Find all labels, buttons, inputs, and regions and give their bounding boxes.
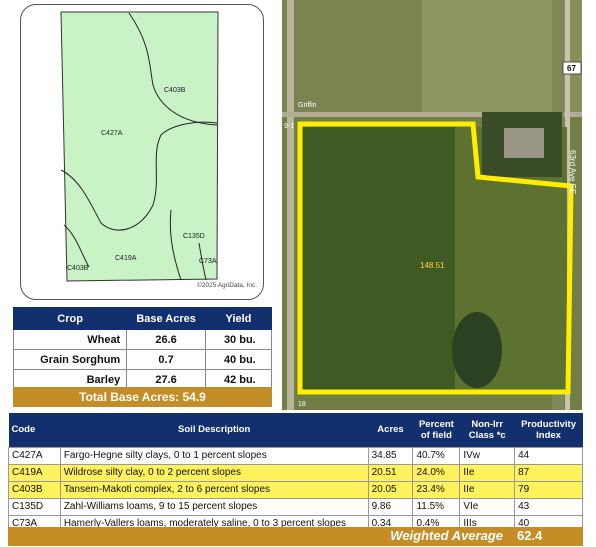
- crop-name: Wheat: [12, 329, 128, 350]
- soil-percent: 23.4%: [412, 480, 461, 499]
- soil-class: IIe: [459, 480, 516, 499]
- index-header: Productivity Index: [514, 413, 583, 447]
- soil-acres: 34.85: [367, 446, 414, 465]
- yield-header: Yield: [204, 307, 273, 330]
- copyright-text: ©2025 AgriData, Inc.: [197, 281, 257, 289]
- percent-header: Percent of field: [412, 413, 460, 447]
- weighted-average-bar: Weighted Average 62.4: [8, 527, 583, 546]
- aerial-photo: 67 63rd Ave SE Griffin 9-1 148.51 18: [282, 0, 582, 410]
- soil-code: C419A: [8, 463, 61, 482]
- soil-label: C73A: [199, 258, 217, 265]
- soil-index: 87: [514, 463, 583, 482]
- soil-acres: 9.86: [367, 497, 414, 516]
- place-label: Griffin: [298, 102, 317, 109]
- highway-number: 67: [567, 64, 576, 73]
- acreage-label: 148.51: [420, 261, 445, 270]
- soil-description: Zahl-Williams loams, 9 to 15 percent slo…: [59, 497, 369, 516]
- road-edge-label: 9-1: [284, 123, 294, 130]
- soil-index: 79: [514, 480, 583, 499]
- soil-class: IVw: [459, 446, 516, 465]
- road-label: 63rd Ave SE: [568, 150, 577, 194]
- soil-index: 44: [514, 446, 583, 465]
- soil-description: Wildrose silty clay, 0 to 2 percent slop…: [59, 463, 369, 482]
- weighted-average-label: Weighted Average: [390, 528, 503, 543]
- weighted-average-value: 62.4: [517, 528, 543, 543]
- soil-acres: 20.05: [367, 480, 414, 499]
- soil-row: C403B Tansem-Makoti complex, 2 to 6 perc…: [8, 480, 583, 499]
- soil-description: Tansem-Makoti complex, 2 to 6 percent sl…: [59, 480, 369, 499]
- class-header: Non-Irr Class *c: [459, 413, 515, 447]
- soil-table-header: Code Soil Description Acres Percent of f…: [8, 413, 583, 447]
- soil-table: Code Soil Description Acres Percent of f…: [8, 413, 583, 533]
- road-number: 18: [298, 401, 306, 408]
- description-header: Soil Description: [60, 413, 369, 447]
- crop-yield: 30 bu.: [204, 329, 273, 350]
- soil-label: C135D: [183, 233, 205, 240]
- soil-class: VIe: [459, 497, 516, 516]
- soil-row: C427A Fargo-Hegne silty clays, 0 to 1 pe…: [8, 446, 583, 465]
- crop-table-header: Crop Base Acres Yield: [12, 307, 273, 330]
- crop-acres: 26.6: [126, 329, 206, 350]
- soil-map-card: C403B C427A C135D C419A C403B C73A ©2025…: [20, 4, 264, 300]
- crop-acres: 0.7: [126, 349, 206, 370]
- soil-code: C135D: [8, 497, 61, 516]
- soil-description: Fargo-Hegne silty clays, 0 to 1 percent …: [59, 446, 369, 465]
- soil-label: C403B: [164, 87, 186, 94]
- acres-header: Acres: [368, 413, 413, 447]
- crop-header: Crop: [12, 307, 128, 330]
- crop-yield: 40 bu.: [204, 349, 273, 370]
- crop-row: Grain Sorghum 0.7 40 bu.: [12, 349, 273, 370]
- soil-index: 43: [514, 497, 583, 516]
- soil-label: C403B: [67, 265, 89, 272]
- soil-row: C419A Wildrose silty clay, 0 to 2 percen…: [8, 463, 583, 482]
- aerial-map: 67 63rd Ave SE Griffin 9-1 148.51 18: [282, 0, 582, 410]
- crop-name: Grain Sorghum: [12, 349, 128, 370]
- total-base-acres: Total Base Acres: 54.9: [13, 387, 272, 407]
- soil-map: C403B C427A C135D C419A C403B C73A ©2025…: [60, 11, 257, 289]
- soil-class: IIe: [459, 463, 516, 482]
- soil-map-field: [60, 11, 219, 282]
- base-acres-header: Base Acres: [126, 307, 206, 330]
- soil-acres: 20.51: [367, 463, 414, 482]
- soil-percent: 24.0%: [412, 463, 461, 482]
- crop-table: Crop Base Acres Yield Wheat 26.6 30 bu. …: [12, 307, 273, 390]
- soil-row: C135D Zahl-Williams loams, 9 to 15 perce…: [8, 497, 583, 516]
- soil-code: C403B: [8, 480, 61, 499]
- code-header: Code: [8, 413, 61, 447]
- soil-percent: 40.7%: [412, 446, 461, 465]
- soil-label: C427A: [101, 130, 123, 137]
- soil-label: C419A: [115, 255, 137, 262]
- soil-code: C427A: [8, 446, 61, 465]
- soil-percent: 11.5%: [412, 497, 461, 516]
- crop-row: Wheat 26.6 30 bu.: [12, 329, 273, 350]
